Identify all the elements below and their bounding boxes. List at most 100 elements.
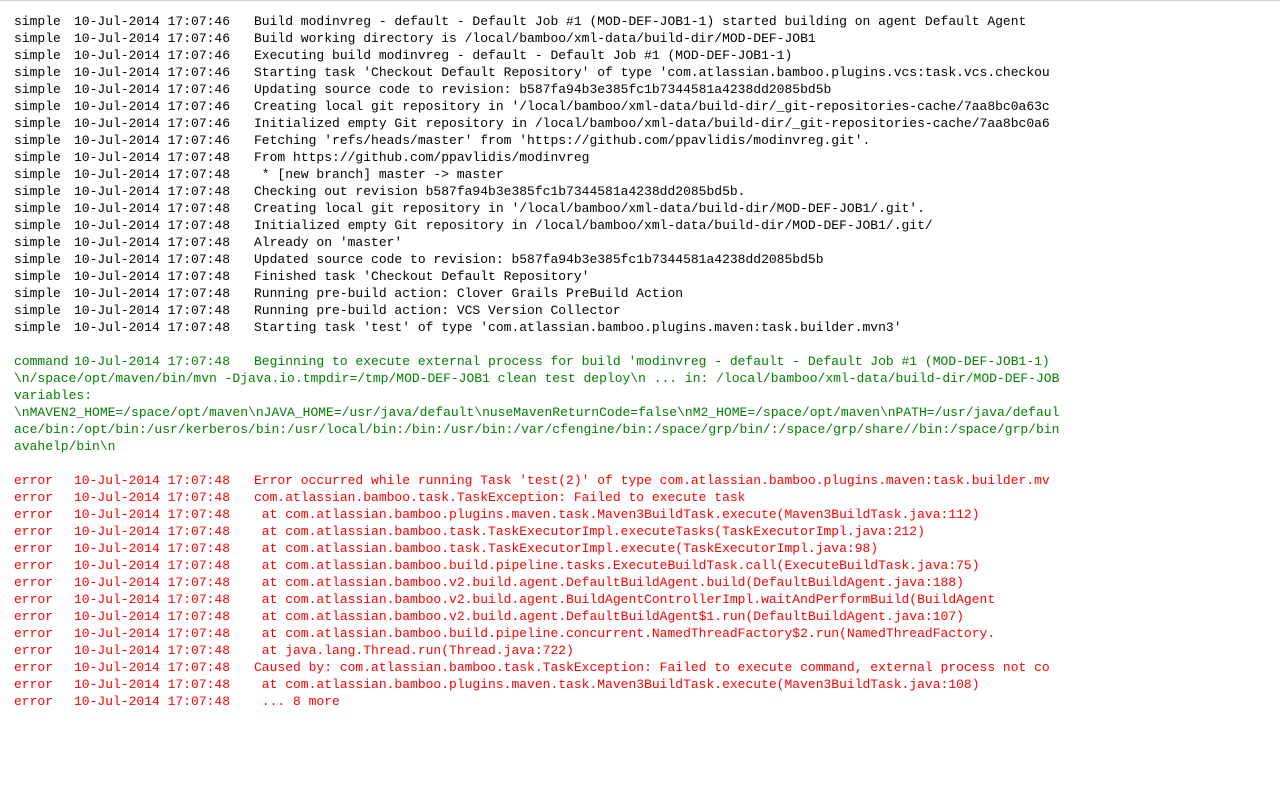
log-continuation: ace/bin:/opt/bin:/usr/kerberos/bin:/usr/… xyxy=(14,421,1272,438)
log-level: simple xyxy=(14,81,74,98)
log-level: error xyxy=(14,642,74,659)
log-message: at java.lang.Thread.run(Thread.java:722) xyxy=(254,643,574,658)
log-message: Checking out revision b587fa94b3e385fc1b… xyxy=(254,184,745,199)
log-timestamp: 10-Jul-2014 17:07:46 xyxy=(74,98,254,115)
log-line-error: error10-Jul-2014 17:07:48 at com.atlassi… xyxy=(14,625,1272,642)
log-message: Already on 'master' xyxy=(254,235,402,250)
log-message: Caused by: com.atlassian.bamboo.task.Tas… xyxy=(254,660,1050,675)
log-message: at com.atlassian.bamboo.task.TaskExecuto… xyxy=(254,524,925,539)
log-timestamp: 10-Jul-2014 17:07:48 xyxy=(74,166,254,183)
log-timestamp: 10-Jul-2014 17:07:46 xyxy=(74,47,254,64)
log-timestamp: 10-Jul-2014 17:07:48 xyxy=(74,591,254,608)
log-timestamp: 10-Jul-2014 17:07:48 xyxy=(74,302,254,319)
log-message: at com.atlassian.bamboo.plugins.maven.ta… xyxy=(254,677,980,692)
log-timestamp: 10-Jul-2014 17:07:48 xyxy=(74,285,254,302)
log-line-simple: simple10-Jul-2014 17:07:46Creating local… xyxy=(14,98,1272,115)
log-message: Starting task 'test' of type 'com.atlass… xyxy=(254,320,902,335)
log-level: simple xyxy=(14,132,74,149)
log-level: simple xyxy=(14,47,74,64)
log-continuation: \nMAVEN2_HOME=/space/opt/maven\nJAVA_HOM… xyxy=(14,404,1272,421)
log-timestamp: 10-Jul-2014 17:07:46 xyxy=(74,64,254,81)
log-line-error: error10-Jul-2014 17:07:48 at java.lang.T… xyxy=(14,642,1272,659)
log-level: error xyxy=(14,693,74,710)
log-level: simple xyxy=(14,285,74,302)
log-timestamp: 10-Jul-2014 17:07:48 xyxy=(74,149,254,166)
log-level: simple xyxy=(14,13,74,30)
log-message: at com.atlassian.bamboo.plugins.maven.ta… xyxy=(254,507,980,522)
log-line-command: command10-Jul-2014 17:07:48Beginning to … xyxy=(14,353,1272,370)
log-timestamp: 10-Jul-2014 17:07:48 xyxy=(74,319,254,336)
log-message: Starting task 'Checkout Default Reposito… xyxy=(254,65,1050,80)
log-timestamp: 10-Jul-2014 17:07:48 xyxy=(74,217,254,234)
log-message: Finished task 'Checkout Default Reposito… xyxy=(254,269,589,284)
log-message: at com.atlassian.bamboo.task.TaskExecuto… xyxy=(254,541,878,556)
log-timestamp: 10-Jul-2014 17:07:48 xyxy=(74,540,254,557)
log-level: simple xyxy=(14,217,74,234)
log-timestamp: 10-Jul-2014 17:07:48 xyxy=(74,625,254,642)
log-line-error: error10-Jul-2014 17:07:48 ... 8 more xyxy=(14,693,1272,710)
log-level: error xyxy=(14,659,74,676)
log-message: Updating source code to revision: b587fa… xyxy=(254,82,831,97)
log-timestamp: 10-Jul-2014 17:07:48 xyxy=(74,234,254,251)
log-timestamp: 10-Jul-2014 17:07:46 xyxy=(74,132,254,149)
log-timestamp: 10-Jul-2014 17:07:46 xyxy=(74,13,254,30)
log-level: error xyxy=(14,557,74,574)
log-message: Creating local git repository in '/local… xyxy=(254,201,925,216)
log-message: at com.atlassian.bamboo.v2.build.agent.D… xyxy=(254,609,964,624)
log-level: simple xyxy=(14,149,74,166)
log-timestamp: 10-Jul-2014 17:07:48 xyxy=(74,268,254,285)
log-level: error xyxy=(14,472,74,489)
log-level: simple xyxy=(14,302,74,319)
log-message: Initialized empty Git repository in /loc… xyxy=(254,116,1050,131)
log-line-simple: simple10-Jul-2014 17:07:48Starting task … xyxy=(14,319,1272,336)
log-timestamp: 10-Jul-2014 17:07:46 xyxy=(74,81,254,98)
log-level: command xyxy=(14,353,74,370)
log-line-simple: simple10-Jul-2014 17:07:48Running pre-bu… xyxy=(14,302,1272,319)
log-timestamp: 10-Jul-2014 17:07:46 xyxy=(74,115,254,132)
log-message: * [new branch] master -> master xyxy=(254,167,504,182)
log-timestamp: 10-Jul-2014 17:07:48 xyxy=(74,506,254,523)
log-line-simple: simple10-Jul-2014 17:07:46Starting task … xyxy=(14,64,1272,81)
log-line-error: error10-Jul-2014 17:07:48 at com.atlassi… xyxy=(14,523,1272,540)
log-timestamp: 10-Jul-2014 17:07:48 xyxy=(74,676,254,693)
log-line-simple: simple10-Jul-2014 17:07:46Initialized em… xyxy=(14,115,1272,132)
log-timestamp: 10-Jul-2014 17:07:48 xyxy=(74,574,254,591)
log-line-simple: simple10-Jul-2014 17:07:48Running pre-bu… xyxy=(14,285,1272,302)
log-line-error: error10-Jul-2014 17:07:48 at com.atlassi… xyxy=(14,608,1272,625)
log-level: simple xyxy=(14,115,74,132)
log-timestamp: 10-Jul-2014 17:07:48 xyxy=(74,251,254,268)
log-level: simple xyxy=(14,30,74,47)
log-line-simple: simple10-Jul-2014 17:07:46Build working … xyxy=(14,30,1272,47)
log-level: simple xyxy=(14,268,74,285)
log-message: Running pre-build action: VCS Version Co… xyxy=(254,303,621,318)
log-line-error: error10-Jul-2014 17:07:48 at com.atlassi… xyxy=(14,574,1272,591)
log-message: at com.atlassian.bamboo.v2.build.agent.B… xyxy=(254,592,995,607)
log-level: error xyxy=(14,608,74,625)
log-line-simple: simple10-Jul-2014 17:07:48Updated source… xyxy=(14,251,1272,268)
log-line-simple: simple10-Jul-2014 17:07:48Already on 'ma… xyxy=(14,234,1272,251)
log-continuation: variables: xyxy=(14,387,1272,404)
log-message: com.atlassian.bamboo.task.TaskException:… xyxy=(254,490,745,505)
log-message: Build working directory is /local/bamboo… xyxy=(254,31,816,46)
log-timestamp: 10-Jul-2014 17:07:48 xyxy=(74,557,254,574)
log-level: error xyxy=(14,676,74,693)
log-continuation: avahelp/bin\n xyxy=(14,438,1272,455)
log-level: error xyxy=(14,540,74,557)
log-message: Beginning to execute external process fo… xyxy=(254,354,1050,369)
log-message: Fetching 'refs/heads/master' from 'https… xyxy=(254,133,870,148)
log-level: simple xyxy=(14,98,74,115)
log-level: simple xyxy=(14,183,74,200)
log-line-error: error10-Jul-2014 17:07:48 at com.atlassi… xyxy=(14,540,1272,557)
log-message: at com.atlassian.bamboo.build.pipeline.c… xyxy=(254,626,995,641)
log-line-simple: simple10-Jul-2014 17:07:48 * [new branch… xyxy=(14,166,1272,183)
log-message: Updated source code to revision: b587fa9… xyxy=(254,252,824,267)
log-timestamp: 10-Jul-2014 17:07:48 xyxy=(74,353,254,370)
log-line-simple: simple10-Jul-2014 17:07:48Checking out r… xyxy=(14,183,1272,200)
log-level: error xyxy=(14,574,74,591)
log-line-error: error10-Jul-2014 17:07:48 at com.atlassi… xyxy=(14,557,1272,574)
log-message: Creating local git repository in '/local… xyxy=(254,99,1050,114)
log-message: Error occurred while running Task 'test(… xyxy=(254,473,1050,488)
log-level: error xyxy=(14,625,74,642)
log-level: error xyxy=(14,506,74,523)
log-timestamp: 10-Jul-2014 17:07:48 xyxy=(74,608,254,625)
